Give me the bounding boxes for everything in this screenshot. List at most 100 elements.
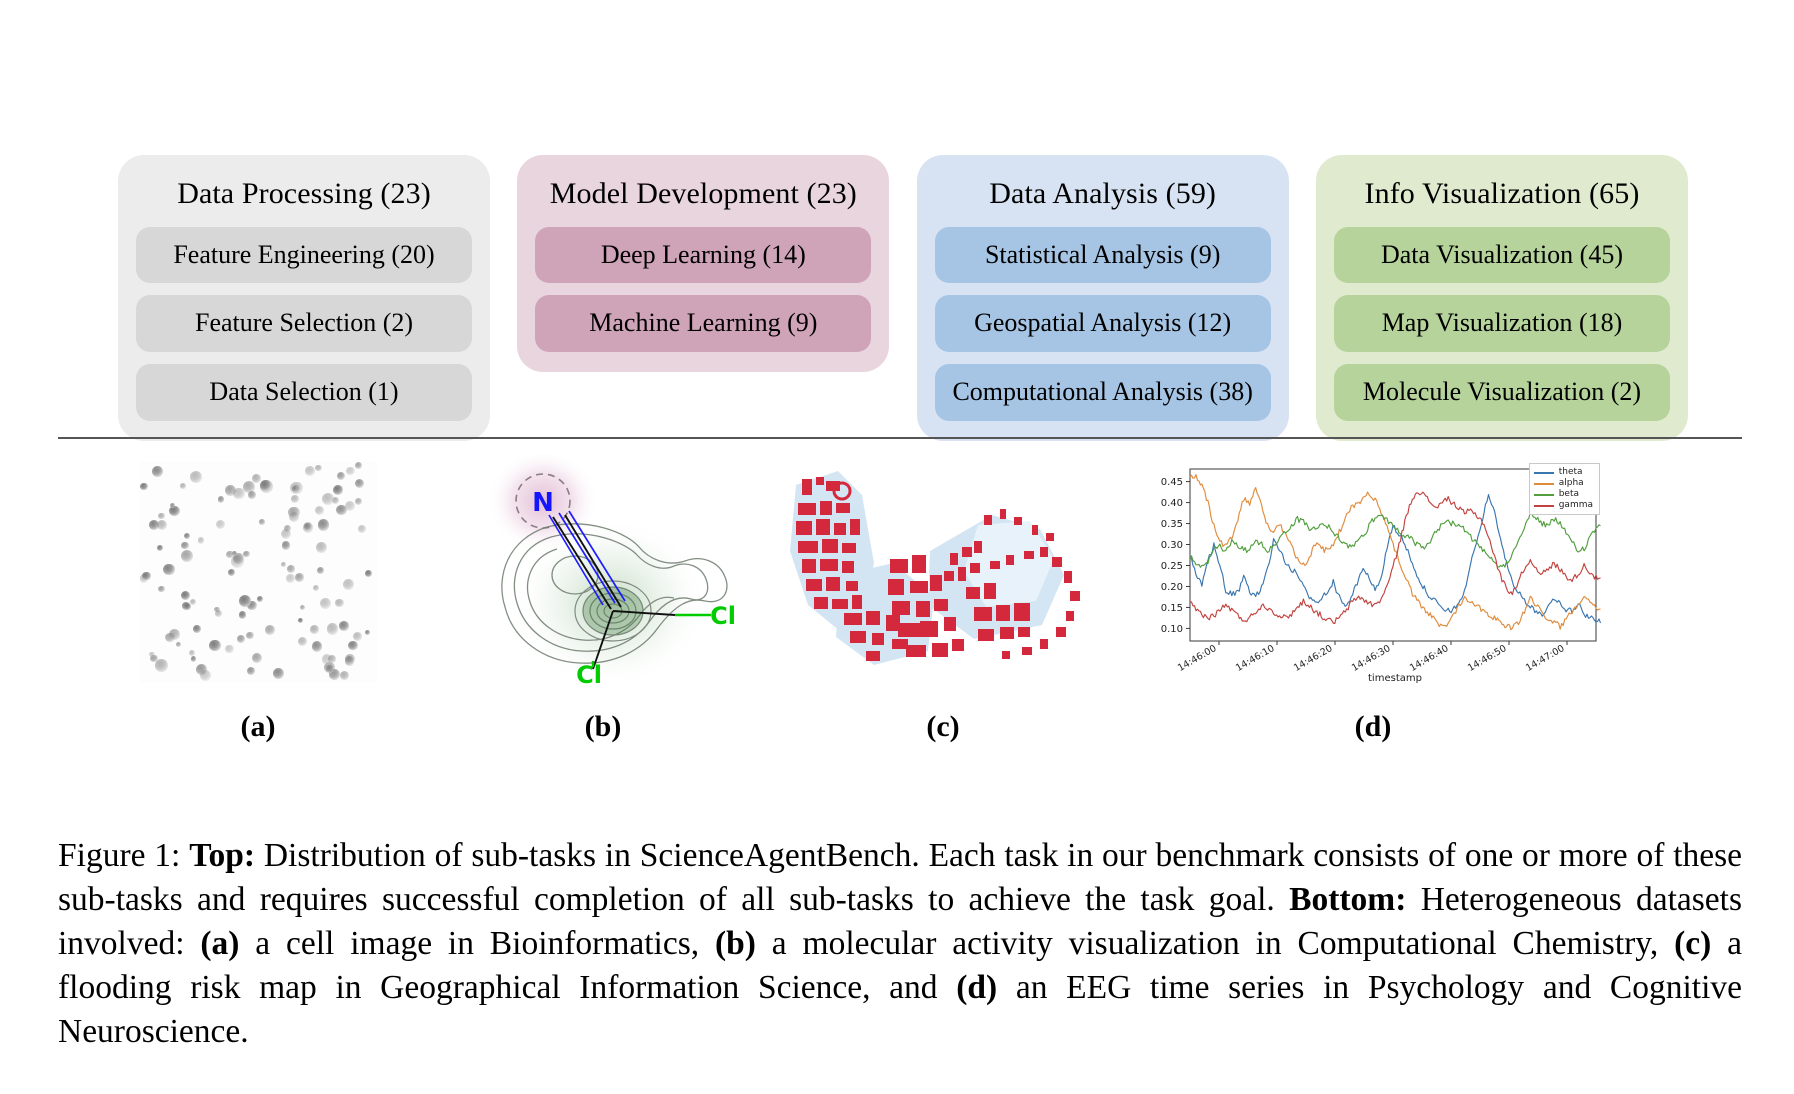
cell-blob bbox=[218, 496, 225, 503]
taxonomy-column-title: Model Development (23) bbox=[549, 177, 857, 210]
chart-ytick-label: 0.40 bbox=[1161, 498, 1183, 509]
figure-caption: Figure 1: Top: Distribution of sub-tasks… bbox=[58, 834, 1742, 1054]
cell-blob bbox=[157, 544, 164, 552]
caption-item-d-label: (d) bbox=[956, 968, 998, 1006]
subtask-chip: Machine Learning (9) bbox=[535, 295, 872, 353]
atom-label-n: N bbox=[532, 488, 554, 518]
subtask-chip: Molecule Visualization (2) bbox=[1333, 364, 1670, 422]
cell-blob bbox=[215, 610, 222, 617]
caption-item-b-text: a molecular activity visualization in Co… bbox=[771, 924, 1659, 962]
chart-ytick-label: 0.20 bbox=[1161, 582, 1183, 593]
legend-item: gamma bbox=[1533, 500, 1593, 511]
caption-bottom-label: Bottom: bbox=[1289, 880, 1407, 918]
atom-label-cl-bottom: Cl bbox=[576, 661, 602, 687]
example-panel-cell-image: (a) bbox=[108, 455, 408, 743]
caption-item-b-label: (b) bbox=[715, 924, 756, 962]
cell-blob bbox=[322, 654, 333, 665]
chart-xtick-label: 14:47:00 bbox=[1524, 643, 1566, 674]
taxonomy-column-1: Data Processing (23) Feature Engineering … bbox=[118, 155, 490, 442]
cell-blob bbox=[233, 487, 245, 500]
subtask-chip: Data Visualization (45) bbox=[1333, 226, 1670, 284]
legend-label: theta bbox=[1558, 467, 1583, 477]
taxonomy-column-title: Info Visualization (65) bbox=[1364, 177, 1640, 210]
taxonomy-column-title: Data Analysis (59) bbox=[989, 177, 1217, 210]
example-label-d: (d) bbox=[1354, 710, 1392, 743]
cell-blob bbox=[190, 656, 196, 662]
cell-blob bbox=[184, 532, 191, 539]
cell-blob bbox=[209, 639, 221, 652]
cell-blob bbox=[295, 573, 305, 582]
cell-blob bbox=[291, 495, 299, 503]
example-panel-eeg: 0.10 0.15 0.20 0.25 0.30 0.35 0.40 0.45 14:46:00… bbox=[1138, 455, 1608, 743]
taxonomy-column-3: Data Analysis (59) Statistical Analysis (… bbox=[916, 155, 1289, 442]
caption-item-a-label: (a) bbox=[200, 924, 240, 962]
chart-xtick-label: 14:46:00 bbox=[1176, 643, 1218, 674]
legend-swatch bbox=[1533, 471, 1554, 474]
legend-item: alpha bbox=[1533, 478, 1593, 489]
taxonomy-column-2: Model Development (23) Deep Learning (14)… bbox=[517, 155, 890, 373]
chart-ytick-label: 0.25 bbox=[1161, 561, 1183, 572]
legend-label: gamma bbox=[1558, 500, 1593, 510]
cell-image bbox=[139, 461, 377, 683]
cell-blob bbox=[305, 466, 316, 476]
cell-blob bbox=[259, 519, 265, 525]
chart-xtick-label: 14:46:30 bbox=[1350, 643, 1392, 674]
subtask-chip: Feature Engineering (20) bbox=[136, 226, 472, 284]
cell-blob bbox=[281, 528, 292, 539]
cell-blob bbox=[226, 550, 234, 559]
cell-blob bbox=[358, 524, 367, 533]
legend-swatch bbox=[1533, 482, 1554, 485]
cell-blob bbox=[246, 631, 254, 640]
caption-figure-number: Figure 1: bbox=[58, 836, 181, 874]
cell-blob bbox=[346, 466, 355, 476]
chart-xtick-label: 14:46:40 bbox=[1408, 643, 1450, 674]
cell-blob bbox=[142, 571, 151, 580]
cell-blob bbox=[317, 566, 325, 574]
cell-blob bbox=[158, 512, 165, 520]
cell-blob bbox=[354, 461, 362, 470]
legend-label: beta bbox=[1558, 489, 1580, 499]
cell-blob bbox=[246, 666, 256, 676]
legend-swatch bbox=[1533, 504, 1554, 507]
cell-blob bbox=[199, 670, 211, 682]
subtask-chip: Computational Analysis (38) bbox=[934, 364, 1271, 422]
cell-blob bbox=[332, 484, 343, 495]
cell-blob bbox=[238, 611, 246, 619]
cell-blob bbox=[354, 497, 363, 505]
subtask-taxonomy: Data Processing (23) Feature Engineering … bbox=[118, 155, 1688, 442]
chart-ytick-label: 0.45 bbox=[1161, 477, 1183, 488]
cell-blob bbox=[180, 590, 190, 600]
cell-blob bbox=[216, 519, 226, 529]
subtask-chip: Deep Learning (14) bbox=[535, 226, 872, 284]
cell-blob bbox=[286, 574, 296, 584]
cell-blob bbox=[314, 505, 325, 516]
cell-blob bbox=[231, 555, 244, 569]
cell-blob bbox=[345, 500, 356, 511]
cell-blob bbox=[317, 519, 330, 531]
example-label-c: (c) bbox=[926, 710, 960, 743]
horizontal-divider bbox=[58, 437, 1742, 439]
cell-blob bbox=[175, 641, 182, 648]
taxonomy-column-4: Info Visualization (65) Data Visualizatio… bbox=[1315, 155, 1688, 442]
subtask-chip: Statistical Analysis (9) bbox=[934, 226, 1271, 284]
cell-blob bbox=[297, 636, 308, 646]
cell-blob bbox=[243, 550, 250, 557]
subtask-chip: Feature Selection (2) bbox=[136, 295, 472, 353]
example-panel-molecule: N Cl Cl (b) bbox=[443, 449, 763, 743]
cell-blob bbox=[248, 491, 257, 500]
cell-blob bbox=[158, 586, 165, 593]
cell-blob bbox=[299, 604, 306, 611]
cell-blob bbox=[257, 596, 264, 603]
cell-blob bbox=[339, 621, 349, 631]
cell-blob bbox=[251, 474, 261, 484]
cell-blob bbox=[169, 629, 180, 640]
cell-blob bbox=[237, 635, 246, 644]
cell-blob bbox=[189, 470, 203, 484]
taxonomy-column-title: Data Processing (23) bbox=[177, 177, 431, 210]
cell-blob bbox=[181, 542, 189, 550]
legend-item: beta bbox=[1533, 489, 1593, 500]
chart-xtick-label: 14:46:20 bbox=[1292, 643, 1334, 674]
cell-blob bbox=[315, 464, 323, 472]
cell-blob bbox=[225, 644, 234, 654]
eeg-time-series-chart: 0.10 0.15 0.20 0.25 0.30 0.35 0.40 0.45 14:46:00… bbox=[1138, 455, 1608, 687]
